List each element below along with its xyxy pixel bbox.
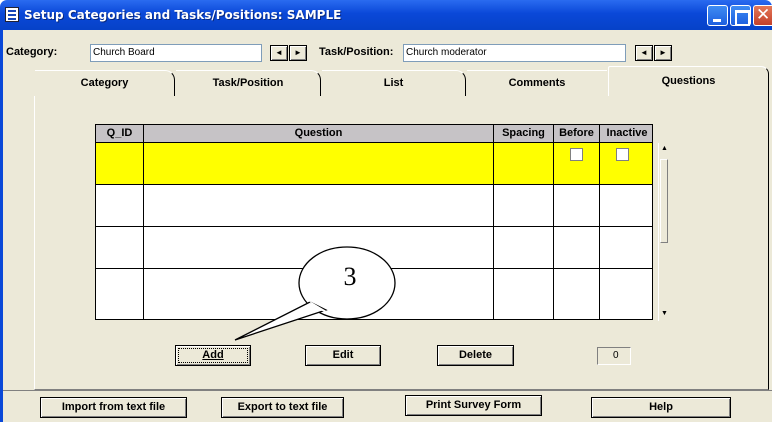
- column-header-q-id: Q_ID: [96, 125, 144, 143]
- task-prev-button[interactable]: ◄: [635, 45, 653, 61]
- scroll-up-icon[interactable]: ▲: [661, 145, 668, 153]
- edit-button[interactable]: Edit: [305, 345, 381, 366]
- cell-before[interactable]: [554, 269, 600, 319]
- category-label: Category:: [6, 46, 58, 58]
- scroll-down-icon[interactable]: ▼: [661, 310, 668, 318]
- add-button[interactable]: Add: [175, 345, 251, 366]
- before-checkbox[interactable]: [570, 148, 583, 161]
- prev-arrow-icon: ◄: [275, 48, 283, 57]
- scroll-thumb[interactable]: [660, 159, 668, 243]
- category-combo[interactable]: Church Board: [90, 44, 262, 62]
- help-button[interactable]: Help: [591, 397, 731, 418]
- inactive-checkbox[interactable]: [616, 148, 629, 161]
- column-header-inactive: Inactive: [600, 125, 652, 143]
- close-icon: ✕: [756, 5, 771, 25]
- cell-question[interactable]: [144, 143, 494, 185]
- cell-spacing[interactable]: [494, 227, 554, 269]
- maximize-button[interactable]: [730, 5, 751, 26]
- add-button-label: Add: [202, 349, 224, 361]
- cell-q-id[interactable]: [96, 227, 144, 269]
- category-prev-button[interactable]: ◄: [270, 45, 288, 61]
- tab-comments[interactable]: Comments: [467, 70, 607, 96]
- task-label: Task/Position:: [319, 46, 394, 58]
- cell-inactive[interactable]: [600, 227, 652, 269]
- footer-divider: [3, 390, 772, 391]
- questions-grid[interactable]: Q_ID Question Spacing Before Inactive: [95, 124, 653, 320]
- category-next-button[interactable]: ►: [289, 45, 307, 61]
- cell-before[interactable]: [554, 227, 600, 269]
- cell-spacing[interactable]: [494, 185, 554, 227]
- tab-category[interactable]: Category: [35, 70, 175, 96]
- cell-before[interactable]: [554, 185, 600, 227]
- title-bar[interactable]: Setup Categories and Tasks/Positions: SA…: [0, 0, 772, 30]
- question-count: 0: [597, 347, 631, 365]
- cell-q-id[interactable]: [96, 185, 144, 227]
- prev-arrow-icon: ◄: [640, 48, 648, 57]
- minimize-button[interactable]: [707, 5, 728, 26]
- window-title: Setup Categories and Tasks/Positions: SA…: [24, 8, 342, 22]
- vertical-scrollbar[interactable]: ▲ ▼: [658, 143, 669, 321]
- cell-inactive[interactable]: [600, 269, 652, 319]
- task-next-button[interactable]: ►: [654, 45, 672, 61]
- import-button[interactable]: Import from text file: [40, 397, 187, 418]
- tab-questions[interactable]: Questions: [608, 66, 769, 96]
- next-arrow-icon: ►: [294, 48, 302, 57]
- print-survey-button[interactable]: Print Survey Form: [405, 395, 542, 416]
- app-icon: [5, 7, 19, 22]
- cell-question[interactable]: [144, 185, 494, 227]
- column-header-before: Before: [554, 125, 600, 143]
- callout-number: 3: [343, 262, 357, 291]
- delete-button[interactable]: Delete: [437, 345, 514, 366]
- cell-question[interactable]: [144, 227, 494, 269]
- cell-inactive[interactable]: [600, 185, 652, 227]
- column-header-spacing: Spacing: [494, 125, 554, 143]
- next-arrow-icon: ►: [659, 48, 667, 57]
- tab-task-position[interactable]: Task/Position: [176, 70, 321, 96]
- cell-q-id[interactable]: [96, 143, 144, 185]
- close-button[interactable]: ✕: [753, 5, 772, 26]
- cell-question[interactable]: [144, 269, 494, 319]
- cell-spacing[interactable]: [494, 143, 554, 185]
- cell-q-id[interactable]: [96, 269, 144, 319]
- task-combo[interactable]: Church moderator: [403, 44, 626, 62]
- export-button[interactable]: Export to text file: [221, 397, 344, 418]
- tab-list[interactable]: List: [322, 70, 466, 96]
- column-header-question: Question: [144, 125, 494, 143]
- cell-spacing[interactable]: [494, 269, 554, 319]
